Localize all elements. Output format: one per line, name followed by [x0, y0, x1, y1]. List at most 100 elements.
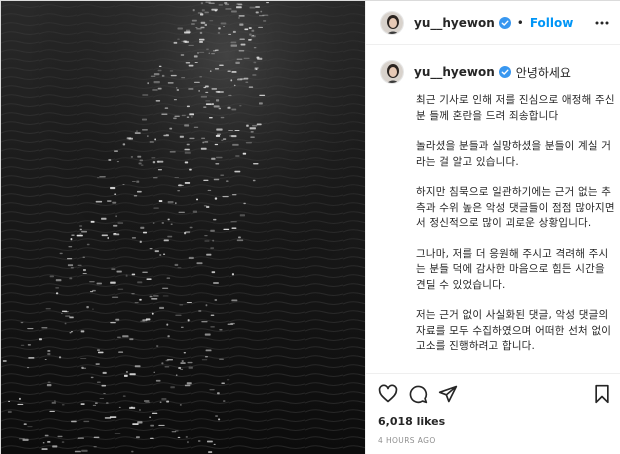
- water-sparkle: [99, 176, 106, 178]
- water-sparkle: [228, 33, 232, 35]
- water-sparkle: [215, 163, 220, 165]
- water-sparkle: [159, 401, 162, 403]
- water-sparkle: [177, 267, 182, 269]
- water-sparkle: [163, 134, 169, 137]
- water-sparkle: [86, 243, 90, 246]
- water-sparkle: [56, 292, 59, 295]
- more-options-icon[interactable]: [594, 15, 610, 31]
- heart-icon[interactable]: [378, 384, 398, 404]
- water-sparkle: [117, 288, 124, 290]
- water-sparkle: [177, 190, 180, 192]
- water-sparkle: [177, 436, 181, 438]
- water-sparkle: [208, 451, 213, 453]
- water-sparkle: [222, 196, 229, 198]
- water-sparkle: [77, 264, 82, 266]
- water-sparkle: [140, 320, 145, 322]
- water-sparkle: [52, 445, 58, 448]
- water-sparkle: [211, 271, 216, 274]
- water-sparkle: [189, 137, 195, 140]
- water-sparkle: [239, 214, 245, 217]
- water-sparkle: [142, 118, 147, 121]
- water-sparkle: [128, 137, 133, 140]
- water-sparkle: [205, 304, 208, 307]
- water-sparkle: [86, 306, 89, 309]
- bookmark-icon[interactable]: [592, 384, 612, 404]
- comment-icon[interactable]: [408, 384, 428, 404]
- water-sparkle: [231, 135, 237, 138]
- water-sparkle: [205, 103, 212, 105]
- water-sparkle: [224, 3, 230, 6]
- username[interactable]: yu__hyewon: [414, 16, 495, 30]
- water-sparkle: [69, 277, 73, 280]
- water-sparkle: [8, 400, 11, 402]
- water-sparkle: [232, 194, 237, 196]
- water-sparkle: [131, 273, 136, 276]
- share-icon[interactable]: [438, 384, 458, 404]
- avatar[interactable]: [380, 10, 404, 35]
- water-sparkle: [70, 238, 73, 241]
- water-sparkle: [194, 81, 200, 83]
- water-sparkle: [233, 84, 236, 87]
- water-sparkle: [188, 44, 194, 46]
- water-sparkle: [240, 43, 246, 46]
- water-sparkle: [235, 61, 240, 64]
- water-sparkle: [219, 329, 223, 331]
- water-sparkle: [218, 27, 221, 30]
- water-sparkle: [259, 94, 266, 96]
- water-sparkle: [122, 335, 129, 338]
- water-sparkle: [82, 256, 85, 258]
- water-sparkle: [224, 2, 228, 4]
- caption-username[interactable]: yu__hyewon: [414, 65, 495, 79]
- water-sparkle: [145, 318, 151, 321]
- water-sparkle: [253, 47, 257, 49]
- follow-button[interactable]: Follow: [530, 16, 574, 30]
- water-sparkle: [206, 253, 212, 256]
- water-sparkle: [189, 226, 193, 229]
- water-sparkle: [153, 81, 160, 84]
- water-sparkle: [46, 384, 52, 387]
- water-sparkle: [187, 319, 190, 322]
- water-sparkle: [175, 430, 179, 432]
- water-sparkle: [169, 151, 176, 153]
- water-sparkle: [209, 117, 213, 119]
- water-sparkle: [169, 70, 174, 72]
- water-sparkle: [210, 247, 215, 249]
- water-sparkle: [228, 94, 232, 96]
- water-sparkle: [180, 326, 184, 328]
- water-sparkle: [195, 27, 198, 28]
- water-sparkle: [191, 19, 197, 22]
- water-sparkle: [92, 308, 94, 310]
- water-sparkle: [61, 404, 65, 406]
- water-sparkle: [200, 95, 207, 98]
- water-sparkle: [131, 450, 134, 453]
- water-sparkle: [114, 433, 121, 434]
- water-sparkle: [152, 89, 158, 91]
- water-sparkle: [112, 296, 119, 298]
- water-sparkle: [136, 180, 140, 183]
- water-sparkle: [213, 105, 220, 108]
- post-photo[interactable]: [1, 1, 365, 454]
- water-sparkle: [139, 298, 142, 301]
- water-sparkle: [213, 178, 220, 181]
- water-sparkle: [101, 217, 107, 220]
- water-sparkle: [45, 308, 51, 310]
- water-sparkle: [196, 28, 202, 30]
- water-sparkle: [213, 218, 217, 221]
- water-sparkle: [151, 412, 158, 414]
- water-sparkle: [149, 295, 153, 298]
- water-sparkle: [232, 143, 239, 146]
- water-sparkle: [108, 159, 112, 161]
- water-sparkle: [153, 73, 160, 76]
- water-sparkle: [115, 215, 117, 218]
- water-sparkle: [93, 446, 97, 448]
- caption-avatar[interactable]: [380, 60, 404, 84]
- water-sparkle: [230, 79, 233, 82]
- caption-header: yu__hyewon 안녕하세요: [380, 59, 608, 85]
- water-photo: [1, 1, 365, 454]
- water-sparkle: [174, 115, 180, 117]
- water-sparkle: [163, 253, 166, 255]
- water-sparkle: [98, 351, 104, 354]
- water-sparkle: [71, 420, 77, 423]
- water-sparkle: [153, 207, 159, 209]
- likes-count[interactable]: 6,018 likes: [378, 415, 445, 428]
